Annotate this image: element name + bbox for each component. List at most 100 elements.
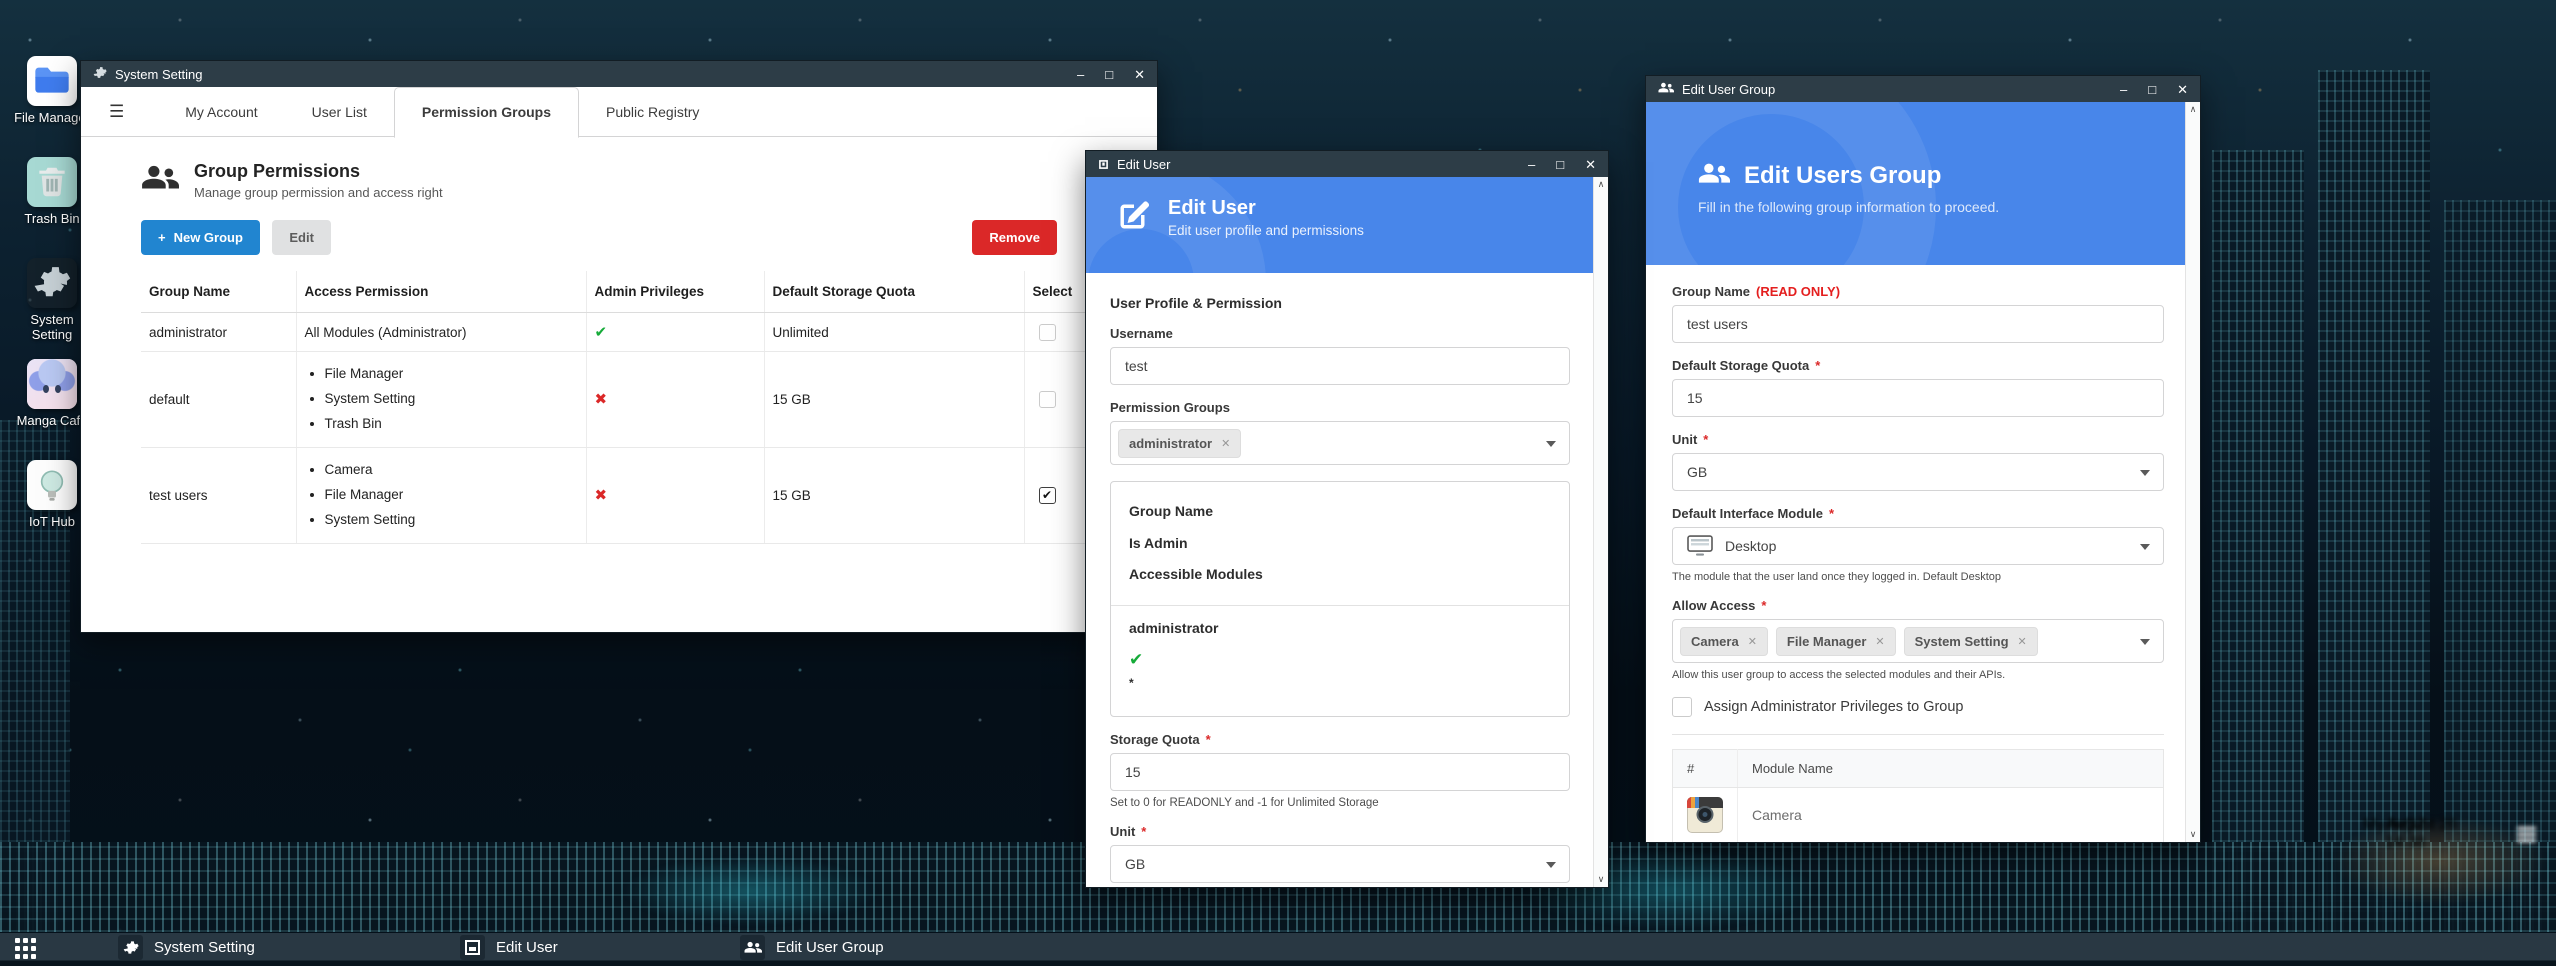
edit-user-group-titlebar[interactable]: Edit User Group – □ ✕: [1646, 76, 2200, 102]
module-row[interactable]: Camera: [1673, 788, 2164, 843]
row-select-checkbox[interactable]: ✔: [1039, 487, 1056, 504]
sidebar-toggle-icon[interactable]: ☰: [109, 102, 124, 122]
folder-icon: [32, 61, 72, 101]
admin-privileges-checkbox[interactable]: [1672, 697, 1692, 717]
row-select-checkbox[interactable]: [1039, 324, 1056, 341]
chevron-down-icon: [1546, 441, 1556, 447]
unit-select[interactable]: GB: [1672, 453, 2164, 491]
remove-tag-icon[interactable]: ✕: [1221, 437, 1230, 450]
chevron-down-icon: [1546, 862, 1556, 868]
access-tag-camera[interactable]: Camera✕: [1680, 627, 1768, 656]
group-row: administrator All Modules (Administrator…: [141, 313, 1097, 352]
field-label: Username: [1110, 326, 1173, 341]
module-table: # Module Name Camera: [1672, 749, 2164, 843]
access-tag-system-setting[interactable]: System Setting✕: [1904, 627, 2038, 656]
access-permission-list: File ManagerSystem SettingTrash Bin: [305, 362, 578, 437]
tab-permission-groups[interactable]: Permission Groups: [394, 87, 579, 138]
window-icon: [465, 940, 480, 955]
taskbar-item-system-setting[interactable]: System Setting: [118, 934, 255, 961]
scroll-up-icon[interactable]: ∧: [2190, 105, 2197, 114]
group-name-input[interactable]: test users: [1672, 305, 2164, 343]
edit-user-titlebar[interactable]: Edit User – □ ✕: [1086, 151, 1608, 177]
maximize-button[interactable]: □: [2148, 83, 2156, 96]
edit-group-button[interactable]: Edit: [272, 220, 331, 255]
window-title: System Setting: [115, 67, 202, 82]
username-input[interactable]: test: [1110, 347, 1570, 385]
group-name-cell: administrator: [141, 313, 296, 352]
remove-tag-icon[interactable]: ✕: [1748, 635, 1757, 648]
tab-user-list[interactable]: User List: [285, 87, 394, 137]
taskbar: System Setting Edit User Edit User Group: [0, 933, 2556, 966]
field-help-text: The module that the user land once they …: [1672, 571, 2164, 583]
column-header: Default Storage Quota: [764, 271, 1024, 313]
taskbar-item-edit-user[interactable]: Edit User: [460, 934, 558, 961]
trash-icon: [27, 157, 77, 207]
vertical-scrollbar[interactable]: ∧ ∨: [1593, 177, 1608, 887]
field-label: Group Name: [1672, 284, 1750, 299]
checkbox-label: Assign Administrator Privileges to Group: [1704, 699, 1964, 715]
new-group-button[interactable]: + New Group: [141, 220, 260, 255]
scroll-down-icon[interactable]: ∨: [1598, 875, 1605, 884]
lightbulb-icon: [32, 465, 72, 505]
field-label: Permission Groups: [1110, 400, 1230, 415]
permission-groups-multiselect[interactable]: administrator ✕: [1110, 421, 1570, 465]
maximize-button[interactable]: □: [1556, 158, 1564, 171]
wallpaper-glow: [620, 856, 880, 926]
section-divider: [1672, 734, 2164, 735]
field-help-text: Set to 0 for READONLY and -1 for Unlimit…: [1110, 797, 1570, 809]
minimize-button[interactable]: –: [2120, 83, 2127, 96]
row-select-checkbox[interactable]: [1039, 391, 1056, 408]
vertical-scrollbar[interactable]: ∧ ∨: [2185, 102, 2200, 842]
cross-icon: ✖: [595, 487, 608, 504]
taskbar-item-edit-user-group[interactable]: Edit User Group: [740, 934, 884, 961]
plus-icon: +: [158, 230, 166, 245]
hamburger-menu-icon[interactable]: [2517, 827, 2536, 842]
permission-tag-administrator[interactable]: administrator ✕: [1118, 429, 1241, 458]
tab-my-account[interactable]: My Account: [158, 87, 284, 137]
section-heading: User Profile & Permission: [1110, 295, 1570, 311]
remove-group-button[interactable]: Remove: [972, 220, 1057, 255]
access-tag-file-manager[interactable]: File Manager✕: [1776, 627, 1896, 656]
tab-public-registry[interactable]: Public Registry: [579, 87, 726, 137]
minimize-button[interactable]: –: [1077, 68, 1084, 81]
window-icon: [1099, 160, 1108, 169]
group-row: test users CameraFile ManagerSystem Sett…: [141, 447, 1097, 543]
close-button[interactable]: ✕: [1585, 158, 1596, 171]
allow-access-multiselect[interactable]: Camera✕ File Manager✕ System Setting✕: [1672, 619, 2164, 663]
quota-cell: 15 GB: [764, 447, 1024, 543]
close-button[interactable]: ✕: [2177, 83, 2188, 96]
tag-label: administrator: [1129, 436, 1212, 451]
desktop-wallpaper: My ArOZ August 26 14:38 File Manager Tra…: [0, 0, 2556, 966]
wallpaper-building: [2318, 70, 2430, 932]
required-marker: *: [1703, 432, 1708, 447]
hero-subtitle: Fill in the following group information …: [1698, 199, 2200, 215]
scroll-up-icon[interactable]: ∧: [1598, 180, 1605, 189]
app-launcher-icon[interactable]: [15, 938, 36, 959]
minimize-button[interactable]: –: [1528, 158, 1535, 171]
settings-tabbar: ☰ My AccountUser ListPermission GroupsPu…: [81, 87, 1157, 137]
module-row[interactable]: [1673, 843, 2164, 844]
close-button[interactable]: ✕: [1134, 68, 1145, 81]
default-storage-quota-input[interactable]: 15: [1672, 379, 2164, 417]
edit-pencil-icon: [1116, 197, 1152, 233]
check-icon: ✔: [595, 324, 608, 341]
group-permissions-table: Group Name Access Permission Admin Privi…: [141, 271, 1097, 544]
detail-group-name: administrator: [1129, 620, 1218, 636]
scroll-down-icon[interactable]: ∨: [2190, 830, 2197, 839]
desktop-module-icon: [1687, 535, 1713, 557]
remove-tag-icon[interactable]: ✕: [2018, 635, 2027, 648]
system-setting-titlebar[interactable]: System Setting – □ ✕: [81, 61, 1157, 87]
default-interface-module-select[interactable]: Desktop: [1672, 527, 2164, 565]
users-icon: [1698, 162, 1730, 190]
wallpaper-building: [2212, 150, 2304, 932]
chevron-down-icon: [2140, 639, 2150, 645]
access-permission-text: All Modules (Administrator): [305, 325, 467, 340]
maximize-button[interactable]: □: [1105, 68, 1113, 81]
remove-tag-icon[interactable]: ✕: [1875, 635, 1884, 648]
unit-select[interactable]: GB: [1110, 845, 1570, 883]
module-name-cell: Camera: [1738, 788, 2164, 843]
field-label: Default Storage Quota: [1672, 358, 1809, 373]
storage-quota-input[interactable]: 15: [1110, 753, 1570, 791]
users-icon: [141, 164, 179, 191]
required-marker: *: [1829, 506, 1834, 521]
